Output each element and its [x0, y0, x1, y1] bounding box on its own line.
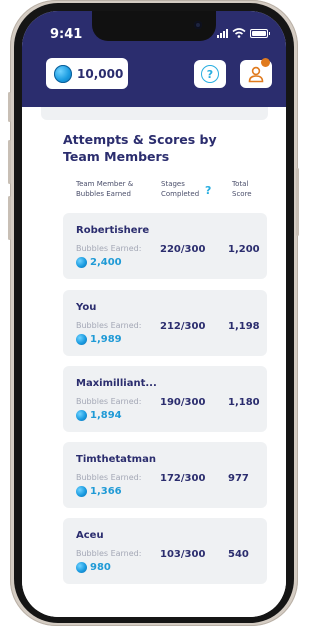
previous-card-edge	[41, 107, 268, 120]
total-score: 1,180	[228, 397, 260, 408]
member-card: Timthetatman Bubbles Earned: 1,366 172/3…	[63, 442, 267, 508]
bubbles-earned-value: 1,366	[90, 486, 122, 497]
signal-icon	[217, 28, 228, 38]
member-name: Aceu	[76, 530, 104, 541]
scores-content[interactable]: Attempts & Scores by Team Members Team M…	[22, 107, 286, 617]
phone-side-button	[8, 92, 11, 122]
help-button[interactable]: ?	[194, 60, 226, 88]
total-score: 1,200	[228, 244, 260, 255]
member-card: You Bubbles Earned: 1,989 212/300 1,198	[63, 290, 267, 356]
status-icons	[217, 28, 270, 38]
bubbles-earned-label: Bubbles Earned:	[76, 321, 142, 330]
member-card: Robertishere Bubbles Earned: 2,400 220/3…	[63, 213, 267, 279]
bubbles-earned-label: Bubbles Earned:	[76, 473, 142, 482]
column-header-stages: Stages Completed	[161, 180, 200, 198]
stages-completed: 190/300	[160, 397, 206, 408]
bubble-icon	[76, 334, 87, 345]
bubbles-earned-value: 980	[90, 562, 111, 573]
battery-icon	[250, 29, 270, 38]
bubbles-earned-value: 1,894	[90, 410, 122, 421]
wifi-icon	[232, 28, 246, 38]
bubble-icon	[54, 64, 72, 83]
total-score: 1,198	[228, 321, 260, 332]
stages-help-icon[interactable]: ?	[205, 184, 211, 197]
notification-badge	[261, 58, 270, 67]
column-header-member: Team Member & Bubbles Earned	[76, 180, 134, 198]
stages-completed: 212/300	[160, 321, 206, 332]
member-name: Robertishere	[76, 225, 150, 236]
bubbles-earned-label: Bubbles Earned:	[76, 244, 142, 253]
phone-side-button	[8, 196, 11, 240]
phone-side-button	[296, 168, 299, 236]
camera-dot	[194, 21, 202, 29]
bubbles-earned: 980	[76, 562, 111, 573]
member-name: You	[76, 302, 97, 313]
member-name: Timthetatman	[76, 454, 156, 465]
section-title: Attempts & Scores by Team Members	[63, 132, 217, 164]
bubble-icon	[76, 562, 87, 573]
bubbles-earned: 2,400	[76, 257, 122, 268]
help-icon: ?	[201, 65, 219, 83]
bubbles-earned-value: 2,400	[90, 257, 122, 268]
bubbles-earned: 1,989	[76, 334, 122, 345]
phone-side-button	[8, 140, 11, 184]
stages-completed: 220/300	[160, 244, 206, 255]
bubble-icon	[76, 486, 87, 497]
bubbles-balance: 10,000	[77, 66, 124, 81]
member-card: Maximilliant... Bubbles Earned: 1,894 19…	[63, 366, 267, 432]
stages-completed: 172/300	[160, 473, 206, 484]
user-icon	[248, 66, 264, 83]
member-name: Maximilliant...	[76, 378, 157, 389]
member-card: Aceu Bubbles Earned: 980 103/300 540	[63, 518, 267, 584]
column-header-total: Total Score	[232, 180, 252, 198]
bubble-icon	[76, 257, 87, 268]
bubbles-earned: 1,366	[76, 486, 122, 497]
total-score: 540	[228, 549, 249, 560]
bubbles-earned-value: 1,989	[90, 334, 122, 345]
bubbles-earned: 1,894	[76, 410, 122, 421]
bubbles-balance-button[interactable]: 10,000	[46, 58, 128, 89]
stages-completed: 103/300	[160, 549, 206, 560]
bubbles-earned-label: Bubbles Earned:	[76, 397, 142, 406]
bubbles-earned-label: Bubbles Earned:	[76, 549, 142, 558]
status-time: 9:41	[50, 27, 83, 42]
app-screen: 9:41 10,000 ? Attempts & Scores by Team …	[22, 11, 286, 617]
total-score: 977	[228, 473, 249, 484]
bubble-icon	[76, 410, 87, 421]
